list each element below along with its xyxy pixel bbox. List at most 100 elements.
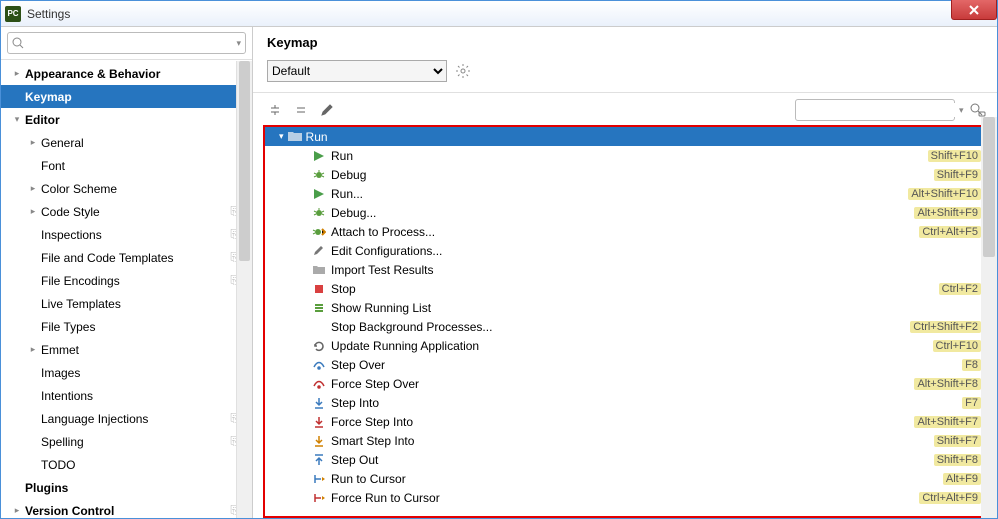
keymap-action-row[interactable]: Edit Configurations... <box>265 241 987 260</box>
sidebar-item-label: Color Scheme <box>41 182 117 196</box>
sidebar-search-input[interactable] <box>28 36 236 50</box>
sidebar-item-label: Plugins <box>25 481 68 495</box>
folder-icon <box>311 263 327 277</box>
sidebar-item-label: Spelling <box>41 435 84 449</box>
search-icon <box>12 37 24 49</box>
main-panel: Keymap Default ▾ ▾ <box>253 27 997 518</box>
keymap-action-row[interactable]: Force Run to CursorCtrl+Alt+F9 <box>265 488 987 507</box>
shortcut-badge: Ctrl+Alt+F5 <box>919 226 981 238</box>
keymap-action-row[interactable]: Smart Step IntoShift+F7 <box>265 431 987 450</box>
sidebar-item-file-and-code-templates[interactable]: ▸File and Code Templates⎘ <box>1 246 252 269</box>
action-label: Step Into <box>331 396 987 410</box>
keymap-profile-select[interactable]: Default <box>267 60 447 82</box>
chevron-right-icon: ▸ <box>27 206 39 217</box>
action-label: Stop <box>331 282 987 296</box>
keymap-action-row[interactable]: Force Step IntoAlt+Shift+F7 <box>265 412 987 431</box>
action-label: Run to Cursor <box>331 472 987 486</box>
sidebar-item-label: File Encodings <box>41 274 120 288</box>
close-button[interactable] <box>951 0 997 20</box>
keymap-group-row[interactable]: ▾ Run <box>265 127 987 146</box>
keymap-action-row[interactable]: StopCtrl+F2 <box>265 279 987 298</box>
sidebar-item-editor[interactable]: ▾Editor <box>1 108 252 131</box>
shortcut-badge: F8 <box>962 359 981 371</box>
shortcut-badge: Ctrl+F10 <box>933 340 982 352</box>
keymap-action-row[interactable]: DebugShift+F9 <box>265 165 987 184</box>
collapse-all-icon[interactable] <box>293 102 309 118</box>
sidebar-item-inspections[interactable]: ▸Inspections⎘ <box>1 223 252 246</box>
sidebar-item-appearance-behavior[interactable]: ▸Appearance & Behavior <box>1 62 252 85</box>
chevron-down-icon[interactable]: ▾ <box>236 38 241 49</box>
find-by-shortcut-icon[interactable] <box>969 102 987 118</box>
keymap-action-row[interactable]: Step OverF8 <box>265 355 987 374</box>
sidebar-item-images[interactable]: ▸Images <box>1 361 252 384</box>
shortcut-badge: Shift+F8 <box>934 454 981 466</box>
shortcut-badge: Alt+F9 <box>943 473 981 485</box>
panel-heading: Keymap <box>253 27 997 54</box>
action-label: Attach to Process... <box>331 225 987 239</box>
step-into-icon <box>311 396 327 410</box>
main-scroll-thumb[interactable] <box>983 117 995 257</box>
sidebar-item-font[interactable]: ▸Font <box>1 154 252 177</box>
action-label: Debug... <box>331 206 987 220</box>
keymap-action-row[interactable]: Stop Background Processes...Ctrl+Shift+F… <box>265 317 987 336</box>
keymap-action-row[interactable]: Import Test Results <box>265 260 987 279</box>
keymap-action-row[interactable]: Show Running List <box>265 298 987 317</box>
shortcut-badge: Ctrl+Shift+F2 <box>910 321 981 333</box>
chevron-down-icon: ▾ <box>279 131 284 142</box>
keymap-action-row[interactable]: Debug...Alt+Shift+F9 <box>265 203 987 222</box>
sidebar-item-emmet[interactable]: ▸Emmet <box>1 338 252 361</box>
sidebar-item-label: Keymap <box>25 90 72 104</box>
expand-all-icon[interactable] <box>267 102 283 118</box>
sidebar-item-language-injections[interactable]: ▸Language Injections⎘ <box>1 407 252 430</box>
app-icon: PC <box>5 6 21 22</box>
force-over-icon <box>311 377 327 391</box>
keymap-action-row[interactable]: Step IntoF7 <box>265 393 987 412</box>
keymap-action-row[interactable]: Step OutShift+F8 <box>265 450 987 469</box>
sidebar-search[interactable]: ▾ <box>7 32 246 54</box>
sidebar-item-code-style[interactable]: ▸Code Style⎘ <box>1 200 252 223</box>
bug-icon <box>311 168 327 182</box>
shortcut-badge: F7 <box>962 397 981 409</box>
list-icon <box>311 301 327 315</box>
gear-icon[interactable] <box>455 63 471 79</box>
chevron-right-icon: ▸ <box>27 137 39 148</box>
keymap-action-row[interactable]: Force Step OverAlt+Shift+F8 <box>265 374 987 393</box>
keymap-toolbar: ▾ <box>253 93 997 123</box>
sidebar-item-general[interactable]: ▸General <box>1 131 252 154</box>
sidebar-item-file-types[interactable]: ▸File Types <box>1 315 252 338</box>
chevron-right-icon: ▸ <box>11 505 23 516</box>
sidebar-item-version-control[interactable]: ▸Version Control⎘ <box>1 499 252 518</box>
sidebar-item-todo[interactable]: ▸TODO <box>1 453 252 476</box>
keymap-action-row[interactable]: Attach to Process...Ctrl+Alt+F5 <box>265 222 987 241</box>
sidebar-item-color-scheme[interactable]: ▸Color Scheme <box>1 177 252 200</box>
sidebar-item-live-templates[interactable]: ▸Live Templates <box>1 292 252 315</box>
action-label: Edit Configurations... <box>331 244 987 258</box>
chevron-down-icon[interactable]: ▾ <box>959 105 964 116</box>
window-title: Settings <box>27 7 70 21</box>
bug-attach-icon <box>311 225 327 239</box>
action-search[interactable]: ▾ <box>795 99 955 121</box>
edit-icon[interactable] <box>319 102 335 118</box>
sidebar-item-intentions[interactable]: ▸Intentions <box>1 384 252 407</box>
action-search-input[interactable] <box>804 103 959 117</box>
action-label: Force Step Into <box>331 415 987 429</box>
sidebar-item-label: Images <box>41 366 80 380</box>
sidebar-item-spelling[interactable]: ▸Spelling⎘ <box>1 430 252 453</box>
main-scrollbar[interactable] <box>981 117 997 518</box>
keymap-actions-list[interactable]: ▾ Run RunShift+F10DebugShift+F9Run...Alt… <box>263 125 989 518</box>
sidebar-tree[interactable]: ▸Appearance & Behavior▸Keymap▾Editor▸Gen… <box>1 60 252 518</box>
sidebar-item-label: TODO <box>41 458 75 472</box>
step-out-icon <box>311 453 327 467</box>
sidebar-item-plugins[interactable]: ▸Plugins <box>1 476 252 499</box>
keymap-action-row[interactable]: Update Running ApplicationCtrl+F10 <box>265 336 987 355</box>
keymap-action-row[interactable]: Run to CursorAlt+F9 <box>265 469 987 488</box>
step-over-icon <box>311 358 327 372</box>
keymap-action-row[interactable]: Run...Alt+Shift+F10 <box>265 184 987 203</box>
sidebar-scroll-thumb[interactable] <box>239 61 250 261</box>
keymap-action-row[interactable]: RunShift+F10 <box>265 146 987 165</box>
sidebar-item-file-encodings[interactable]: ▸File Encodings⎘ <box>1 269 252 292</box>
action-label: Run... <box>331 187 987 201</box>
sidebar-item-keymap[interactable]: ▸Keymap <box>1 85 252 108</box>
action-label: Import Test Results <box>331 263 987 277</box>
sidebar-scrollbar[interactable] <box>236 61 252 518</box>
